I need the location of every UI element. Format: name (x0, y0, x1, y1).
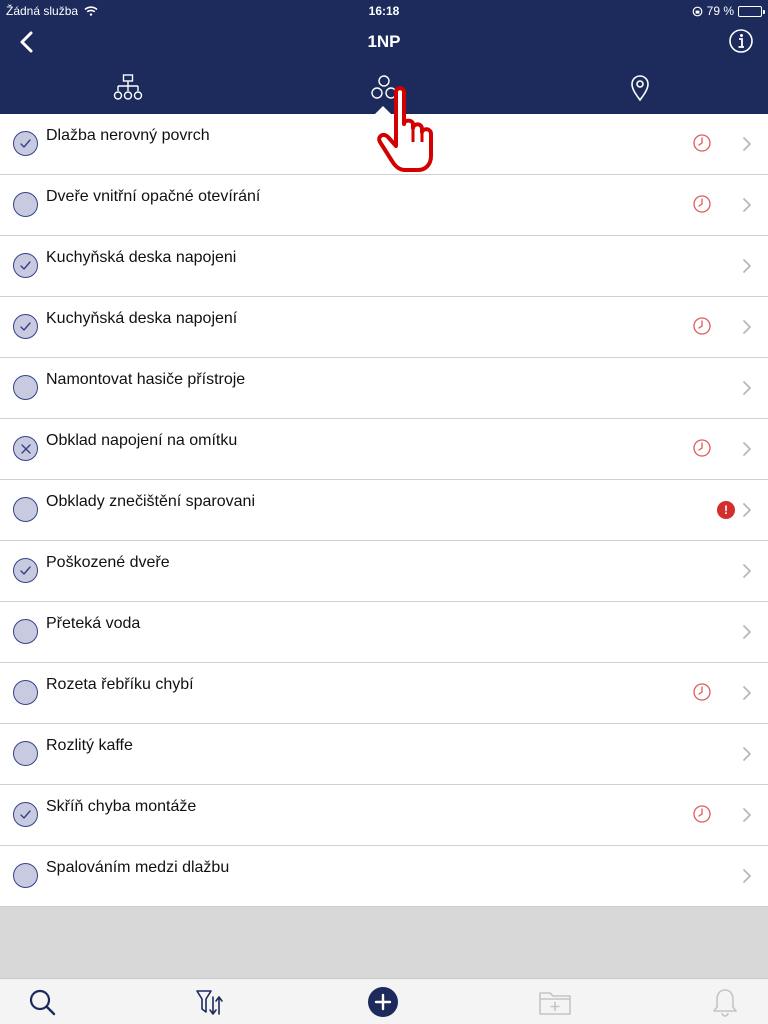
clock-icon (693, 683, 711, 701)
add-icon (368, 987, 398, 1017)
list-item[interactable]: Dlažba nerovný povrch (0, 114, 768, 175)
hierarchy-icon (113, 74, 143, 100)
chevron-right-icon (743, 564, 751, 578)
item-label: Přeteká voda (46, 615, 141, 632)
app: Žádná služba 16:18 79 % 1NP Dlažba nerov… (0, 0, 768, 1024)
folder-add-icon (539, 992, 571, 1015)
item-label: Poškozené dveře (46, 554, 170, 571)
clock-icon (693, 439, 711, 457)
status-open-icon[interactable] (13, 192, 38, 217)
chevron-right-icon (743, 625, 751, 639)
status-done-icon[interactable] (13, 558, 38, 583)
list-item[interactable]: Rozlitý kaffe (0, 724, 768, 785)
clock-icon (693, 134, 711, 152)
chevron-right-icon (743, 320, 751, 334)
filter-sort-icon (196, 990, 223, 1015)
status-done-icon[interactable] (13, 314, 38, 339)
list-item[interactable]: Obklady znečištění sparovani! (0, 480, 768, 541)
battery-status: 79 % (692, 4, 765, 18)
chevron-right-icon (743, 503, 751, 517)
clock-icon (693, 805, 711, 823)
item-label: Rozlitý kaffe (46, 737, 133, 754)
list-item[interactable]: Namontovat hasiče přístroje (0, 358, 768, 419)
rotation-lock-icon (692, 6, 703, 16)
list-item[interactable]: Dveře vnitřní opačné otevírání (0, 175, 768, 236)
bottom-toolbar (0, 978, 768, 1024)
filter-sort-button[interactable] (192, 985, 226, 1019)
check-icon (20, 566, 31, 575)
clock-icon (693, 317, 711, 335)
tab-hierarchy[interactable] (98, 68, 158, 108)
list-item[interactable]: Poškozené dveře (0, 541, 768, 602)
location-pin-icon (631, 75, 649, 102)
cross-icon (20, 443, 31, 454)
list-item[interactable]: Kuchyňská deska napojeni (0, 236, 768, 297)
add-button[interactable] (366, 985, 400, 1019)
chevron-right-icon (743, 686, 751, 700)
list-item[interactable]: Rozeta řebříku chybí (0, 663, 768, 724)
header: Žádná služba 16:18 79 % 1NP (0, 0, 768, 114)
list-item[interactable]: Skříň chyba montáže (0, 785, 768, 846)
list-item[interactable]: Obklad napojení na omítku (0, 419, 768, 480)
issue-list: Dlažba nerovný povrch Dveře vnitřní opačn… (0, 114, 768, 907)
chevron-right-icon (743, 381, 751, 395)
add-folder-button[interactable] (538, 985, 572, 1019)
status-open-icon[interactable] (13, 619, 38, 644)
chevron-right-icon (743, 198, 751, 212)
status-open-icon[interactable] (13, 680, 38, 705)
info-icon (729, 29, 753, 53)
status-rejected-icon[interactable] (13, 436, 38, 461)
list-item[interactable]: Kuchyňská deska napojení (0, 297, 768, 358)
notifications-button[interactable] (708, 985, 742, 1019)
chevron-right-icon (743, 137, 751, 151)
item-label: Obklad napojení na omítku (46, 432, 238, 449)
status-open-icon[interactable] (13, 375, 38, 400)
tab-groups[interactable] (354, 68, 414, 108)
item-label: Dlažba nerovný povrch (46, 127, 210, 144)
chevron-right-icon (743, 442, 751, 456)
chevron-right-icon (743, 259, 751, 273)
item-label: Spalováním medzi dlažbu (46, 859, 230, 876)
list-item[interactable]: Přeteká voda (0, 602, 768, 663)
battery-icon (738, 5, 765, 17)
chevron-right-icon (743, 869, 751, 883)
status-done-icon[interactable] (13, 253, 38, 278)
item-label: Kuchyňská deska napojení (46, 310, 238, 327)
check-icon (20, 261, 31, 270)
tab-location[interactable] (610, 68, 670, 108)
active-tab-indicator (375, 106, 391, 114)
item-label: Obklady znečištění sparovani (46, 493, 255, 510)
page-title: 1NP (367, 32, 401, 51)
search-button[interactable] (25, 985, 59, 1019)
check-icon (20, 139, 31, 148)
battery-percent: 79 % (706, 4, 734, 18)
check-icon (20, 810, 31, 819)
chevron-right-icon (743, 808, 751, 822)
clock-time: 16:18 (368, 4, 400, 18)
item-label: Rozeta řebříku chybí (46, 676, 194, 693)
navigation-bar: 1NP (0, 20, 768, 64)
item-label: Skříň chyba montáže (46, 798, 197, 815)
status-open-icon[interactable] (13, 741, 38, 766)
status-open-icon[interactable] (13, 863, 38, 888)
info-button[interactable] (728, 28, 754, 54)
item-label: Dveře vnitřní opačné otevírání (46, 188, 261, 205)
bell-icon (713, 989, 737, 1017)
groups-icon (371, 75, 397, 99)
status-done-icon[interactable] (13, 131, 38, 156)
status-done-icon[interactable] (13, 802, 38, 827)
item-label: Namontovat hasiče přístroje (46, 371, 246, 388)
clock-icon (693, 195, 711, 213)
status-bar: Žádná služba 16:18 79 % (0, 0, 768, 20)
status-open-icon[interactable] (13, 497, 38, 522)
item-label: Kuchyňská deska napojeni (46, 249, 237, 266)
list-item[interactable]: Spalováním medzi dlažbu (0, 846, 768, 907)
check-icon (20, 322, 31, 331)
search-icon (29, 989, 56, 1016)
alert-icon: ! (717, 501, 735, 519)
chevron-right-icon (743, 747, 751, 761)
